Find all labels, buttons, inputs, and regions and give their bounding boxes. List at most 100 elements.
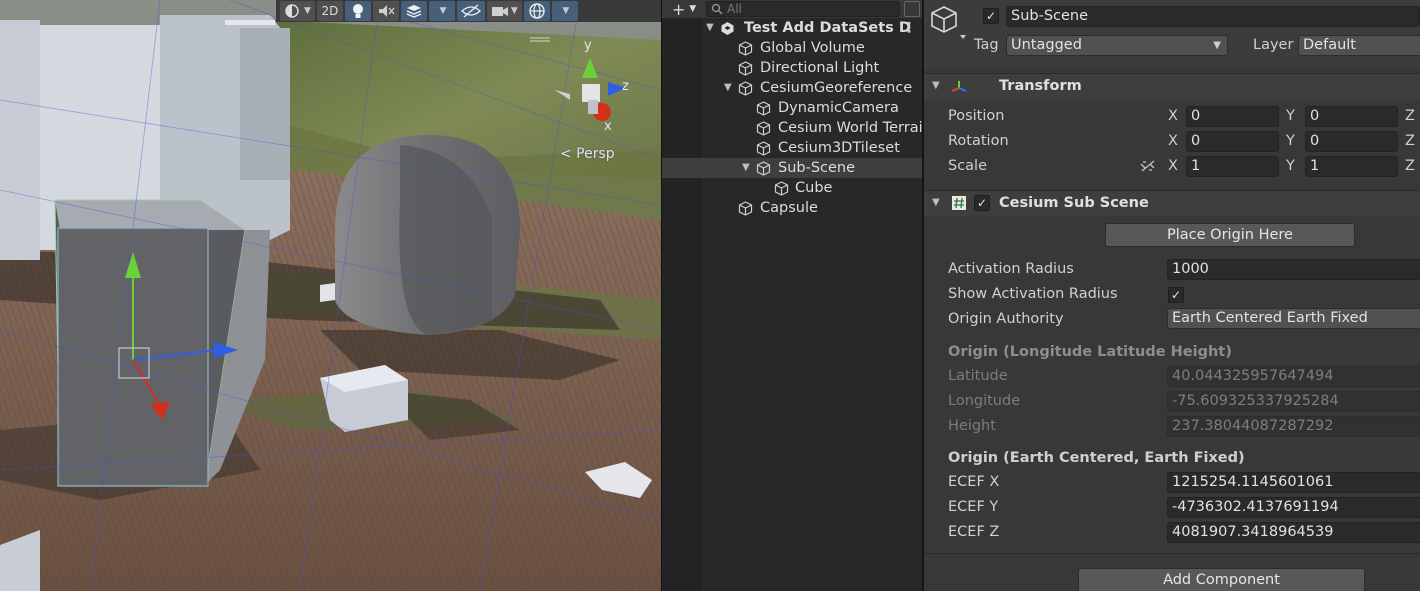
tag-label: Tag [974, 37, 999, 53]
scale-y-field[interactable]: 1 [1305, 156, 1398, 177]
hierarchy-item-cesium3dtileset[interactable]: Cesium3DTileset [662, 138, 922, 158]
height-field: 237.38044087287292 [1167, 416, 1420, 437]
axis-x-label: X [1168, 108, 1178, 124]
axis-x-label: X [1168, 158, 1178, 174]
show-activation-radius-checkbox[interactable]: ✓ [1168, 287, 1184, 303]
hierarchy-item-cesiumgeoreference[interactable]: ▼ CesiumGeoreference [662, 78, 922, 98]
search-input[interactable] [727, 2, 867, 16]
component-enabled-checkbox[interactable]: ✓ [974, 195, 990, 211]
ecef-y-field[interactable]: -4736302.4137691194 [1167, 497, 1420, 518]
lock-icon[interactable] [904, 1, 920, 17]
transform-header[interactable]: ▼ Transform [924, 73, 1420, 99]
hierarchy-item-cube[interactable]: Cube [662, 178, 922, 198]
hierarchy-item-capsule[interactable]: Capsule [662, 198, 922, 218]
check-icon: ✓ [1170, 288, 1182, 302]
rotation-label: Rotation [948, 133, 1009, 149]
layer-label: Layer [1253, 37, 1294, 53]
effects-toggle[interactable] [400, 1, 427, 21]
effects-dropdown[interactable]: ▼ [428, 1, 455, 21]
gameobject-cube-icon [756, 141, 771, 156]
hierarchy-item-label: Directional Light [760, 60, 880, 76]
gameobject-cube-icon[interactable] [930, 4, 966, 44]
layer-value: Default [1303, 37, 1356, 53]
ecef-x-field[interactable]: 1215254.1145601061 [1167, 472, 1420, 493]
active-checkbox[interactable]: ✓ [983, 8, 999, 24]
audio-mute-icon [378, 5, 395, 17]
gameobject-cube-icon [738, 201, 753, 216]
hidden-objects-toggle[interactable] [456, 1, 485, 21]
scene-viewport-render[interactable]: y z x [0, 0, 661, 591]
scene-title: Test Add DataSets D [744, 20, 911, 36]
hierarchy-item-directional-light[interactable]: Directional Light [662, 58, 922, 78]
origin-authority-dropdown[interactable]: Earth Centered Earth Fixed [1167, 308, 1420, 329]
cesium-sub-scene-header[interactable]: ▼ ✓ Cesium Sub Scene [924, 190, 1420, 216]
hierarchy-toolbar: + ▼ [662, 0, 922, 19]
activation-radius-field[interactable]: 1000 [1167, 259, 1420, 280]
fold-arrow-icon[interactable]: ▼ [932, 197, 940, 208]
gameobject-cube-icon [738, 81, 753, 96]
gizmos-toggle[interactable] [523, 1, 550, 21]
longitude-label: Longitude [948, 393, 1021, 409]
scene-menu-icon[interactable]: ⋮ [902, 18, 916, 38]
object-name-field[interactable]: Sub-Scene [1006, 6, 1420, 27]
scene-row[interactable]: ▼ Test Add DataSets D ⋮ [662, 18, 922, 38]
scale-label: Scale [948, 158, 988, 174]
ecef-z-field[interactable]: 4081907.3418964539 [1167, 522, 1420, 543]
activation-radius-label: Activation Radius [948, 261, 1074, 277]
fold-arrow-icon[interactable]: ▼ [932, 80, 940, 91]
gameobject-cube-icon [756, 101, 771, 116]
toggle-2d-button[interactable]: 2D [316, 1, 343, 21]
hierarchy-item-sub-scene[interactable]: ▼ Sub-Scene [662, 158, 922, 178]
audio-toggle[interactable] [372, 1, 399, 21]
gameobject-cube-icon [774, 181, 789, 196]
expand-arrow-icon[interactable]: ▼ [706, 18, 716, 38]
add-component-button[interactable]: Add Component [1078, 568, 1365, 591]
script-hash-icon [952, 196, 966, 210]
check-icon: ✓ [976, 196, 988, 210]
hierarchy-item-global-volume[interactable]: Global Volume [662, 38, 922, 58]
hierarchy-search[interactable] [706, 1, 900, 17]
position-x-field[interactable]: 0 [1186, 106, 1279, 127]
scene-toolbar: ▼ 2D ▼ ▼ ▼ [276, 0, 661, 22]
hierarchy-item-label: CesiumGeoreference [760, 80, 913, 96]
unlinked-chain-icon[interactable] [1140, 159, 1156, 173]
hierarchy-item-dynamiccamera[interactable]: DynamicCamera [662, 98, 922, 118]
gameobject-cube-icon [756, 121, 771, 136]
axis-z-label: Z [1405, 158, 1415, 174]
camera-settings-button[interactable]: ▼ [486, 1, 522, 21]
gizmo-z-label: z [622, 79, 629, 94]
chevron-down-icon: ▼ [304, 6, 311, 16]
lighting-toggle[interactable] [344, 1, 371, 21]
rotation-x-field[interactable]: 0 [1186, 131, 1279, 152]
transform-axes-icon [951, 81, 967, 92]
rotation-y-field[interactable]: 0 [1305, 131, 1398, 152]
origin-llh-header: Origin (Longitude Latitude Height) [948, 344, 1232, 360]
tag-dropdown[interactable]: Untagged ▼ [1006, 35, 1228, 56]
expand-arrow-icon[interactable]: ▼ [724, 78, 734, 98]
hierarchy-item-cesium-world-terrain[interactable]: Cesium World Terrain [662, 118, 922, 138]
gameobject-cube-icon [756, 161, 771, 176]
chevron-down-icon: ▼ [689, 4, 697, 14]
shading-mode-button[interactable]: ▼ [280, 1, 315, 21]
hierarchy-panel: + ▼ ▼ Test Add DataSets D ⋮ Global Volum… [661, 0, 923, 591]
layer-dropdown[interactable]: Default [1298, 35, 1420, 56]
unity-scene-icon [721, 22, 734, 35]
gizmos-dropdown[interactable]: ▼ [551, 1, 578, 21]
expand-arrow-icon[interactable]: ▼ [742, 158, 752, 178]
add-object-button[interactable]: + ▼ [662, 0, 706, 19]
show-activation-radius-label: Show Activation Radius [948, 286, 1118, 302]
position-y-field[interactable]: 0 [1305, 106, 1398, 127]
axis-y-label: Y [1286, 133, 1295, 149]
transform-title: Transform [999, 78, 1082, 94]
hierarchy-item-label: DynamicCamera [778, 100, 899, 116]
position-label: Position [948, 108, 1005, 124]
scale-x-field[interactable]: 1 [1186, 156, 1279, 177]
chevron-down-icon: ▼ [1213, 40, 1221, 51]
longitude-field: -75.609325337925284 [1167, 391, 1420, 412]
scene-view[interactable]: y z x < Persp ▼ 2D ▼ ▼ ▼ [0, 0, 661, 591]
gameobject-header: ✓ Sub-Scene Tag Untagged ▼ Layer Default [924, 0, 1420, 68]
check-icon: ✓ [985, 9, 997, 23]
perspective-toggle[interactable]: < Persp [560, 146, 615, 162]
place-origin-button[interactable]: Place Origin Here [1105, 223, 1355, 247]
camera-icon [491, 7, 508, 16]
